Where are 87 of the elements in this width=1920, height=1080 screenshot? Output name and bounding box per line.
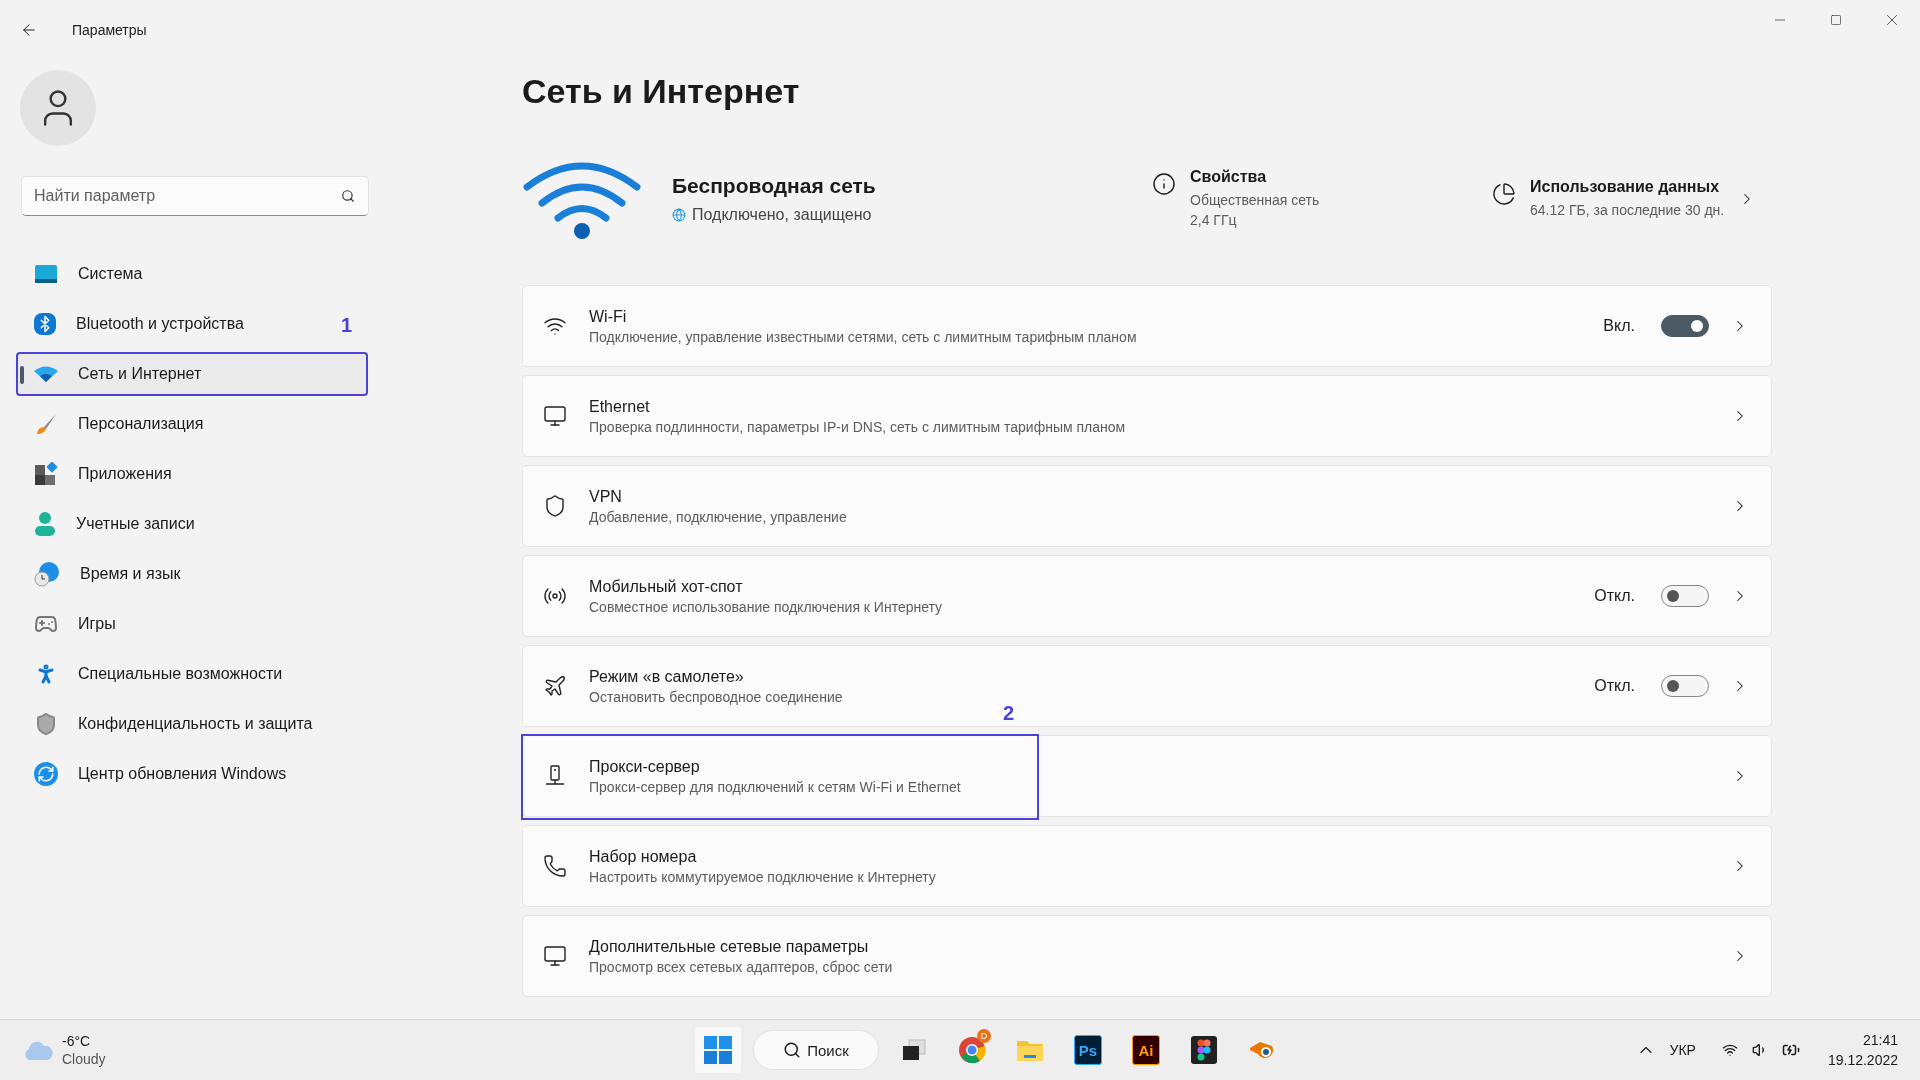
refresh-icon — [34, 762, 58, 786]
card-description: Проверка подлинности, параметры IP-и DNS, сеть с лимитным тарифным планом — [589, 418, 1127, 435]
card-title: Wi-Fi — [589, 307, 628, 326]
bluetooth-icon — [34, 313, 56, 335]
property-text: Общественная сеть — [1190, 191, 1320, 210]
settings-card[interactable]: Ethernet Проверка подлинности, параметры IP-и DNS, сеть с лимитным тарифным планом — [522, 375, 1772, 457]
annotation-number: 2 — [1003, 702, 1015, 725]
profile-badge: D — [977, 1029, 991, 1043]
app-icon[interactable]: Ps — [1074, 1035, 1102, 1065]
card-description: Настроить коммутируемое подключение к Интернету — [589, 868, 937, 885]
card-title: Набор номера — [589, 847, 698, 866]
globe-clock-icon — [34, 561, 60, 587]
folder-icon[interactable] — [1016, 1038, 1044, 1062]
language-indicator[interactable]: УКР — [1669, 1042, 1696, 1058]
sidebar-item[interactable]: Конфиденциальность и защита — [16, 702, 368, 746]
sidebar-item[interactable]: Учетные записи — [16, 502, 368, 546]
card-title: Мобильный хот-спот — [589, 577, 744, 596]
wifi-icon — [34, 366, 58, 382]
toggle-switch[interactable] — [1661, 675, 1709, 697]
sidebar-item[interactable]: Специальные возможности — [16, 652, 368, 696]
card-title: Дополнительные сетевые параметры — [589, 937, 870, 956]
data-usage-text: 64.12 ГБ, за последние 30 дн. — [1530, 201, 1725, 220]
search-icon — [341, 189, 355, 203]
properties-link[interactable]: Свойства — [1190, 168, 1320, 186]
data-usage-link[interactable]: Использование данных — [1530, 178, 1725, 196]
sidebar-item[interactable]: Bluetooth и устройства 1 — [16, 302, 368, 346]
settings-card[interactable]: Wi-Fi Подключение, управление известными сетями, сеть с лимитным тарифным планом Вкл. — [522, 285, 1772, 367]
toggle-switch[interactable] — [1661, 585, 1709, 607]
property-text: 2,4 ГГц — [1190, 211, 1238, 230]
taskbar-search-button[interactable]: Поиск — [753, 1030, 879, 1070]
sidebar-item[interactable]: Система — [16, 252, 368, 296]
shield-icon — [34, 712, 58, 736]
search-field[interactable]: Найти параметр — [21, 176, 369, 216]
app-icon[interactable]: Ai — [1132, 1035, 1160, 1065]
maximize-icon[interactable] — [1830, 14, 1842, 26]
apps-icon — [34, 462, 58, 486]
sidebar-item[interactable]: Приложения — [16, 452, 368, 496]
pie-chart-icon[interactable] — [1492, 182, 1516, 206]
toggle-state-text: Откл. — [1594, 677, 1635, 695]
settings-card[interactable]: Мобильный хот-спот Совместное использование подключения к Интернету Откл. — [522, 555, 1772, 637]
sidebar-item[interactable]: Персонализация — [16, 402, 368, 446]
connection-status: Подключено, защищено — [692, 206, 872, 224]
sidebar-item[interactable]: Центр обновления Windows — [16, 752, 368, 796]
card-description: Прокси-сервер для подключений к сетям Wi-Fi и Ethernet — [589, 778, 962, 795]
card-title: VPN — [589, 487, 623, 506]
card-description: Подключение, управление известными сетями, сеть с лимитным тарифным планом — [589, 328, 1138, 345]
sidebar-item[interactable]: Игры — [16, 602, 368, 646]
sidebar-item[interactable]: Сеть и Интернет — [16, 352, 368, 396]
card-description: Остановить беспроводное соединение — [589, 688, 844, 705]
toggle-switch[interactable] — [1661, 315, 1709, 337]
airplane-icon — [543, 674, 567, 698]
annotation-number: 1 — [340, 314, 352, 337]
card-description: Просмотр всех сетевых адаптеров, сброс сети — [589, 958, 894, 975]
figma-icon[interactable] — [1191, 1036, 1217, 1064]
settings-card[interactable]: VPN Добавление, подключение, управление — [522, 465, 1772, 547]
monitor-icon — [543, 404, 567, 428]
sidebar-item[interactable]: Время и язык — [16, 552, 368, 596]
cloud-icon — [22, 1039, 54, 1061]
card-description: Совместное использование подключения к Интернету — [589, 598, 944, 615]
weather-condition: Cloudy — [62, 1050, 106, 1068]
settings-card[interactable]: Набор номера Настроить коммутируемое подключение к Интернету — [522, 825, 1772, 907]
shield-icon — [543, 494, 567, 518]
card-title: Ethernet — [589, 397, 651, 416]
monitor-icon — [34, 264, 58, 284]
toggle-state-text: Откл. — [1594, 587, 1635, 605]
card-title: Режим «в самолете» — [589, 667, 745, 686]
network-name: Беспроводная сеть — [672, 174, 877, 198]
wifi-icon[interactable] — [1721, 1042, 1738, 1058]
window-title: Параметры — [72, 22, 147, 38]
card-description: Добавление, подключение, управление — [589, 508, 848, 525]
person-icon — [34, 512, 56, 536]
monitor-icon — [543, 944, 567, 968]
back-icon[interactable] — [20, 21, 38, 39]
start-button[interactable] — [695, 1027, 741, 1073]
phone-icon — [543, 854, 567, 878]
windows-logo-icon — [704, 1036, 732, 1064]
server-icon — [543, 764, 567, 788]
taskview-icon[interactable] — [901, 1038, 927, 1062]
card-title: Прокси-сервер — [589, 757, 701, 776]
clock[interactable]: 21:41 19.12.2022 — [1827, 1030, 1898, 1070]
info-icon[interactable] — [1152, 172, 1176, 196]
search-icon — [783, 1041, 802, 1059]
page-title: Сеть и Интернет — [522, 72, 801, 111]
settings-card[interactable]: Дополнительные сетевые параметры Просмотр всех сетевых адаптеров, сброс сети — [522, 915, 1772, 997]
globe-icon — [672, 208, 686, 222]
temperature: -6°C — [62, 1032, 92, 1050]
toggle-state-text: Вкл. — [1603, 317, 1635, 335]
